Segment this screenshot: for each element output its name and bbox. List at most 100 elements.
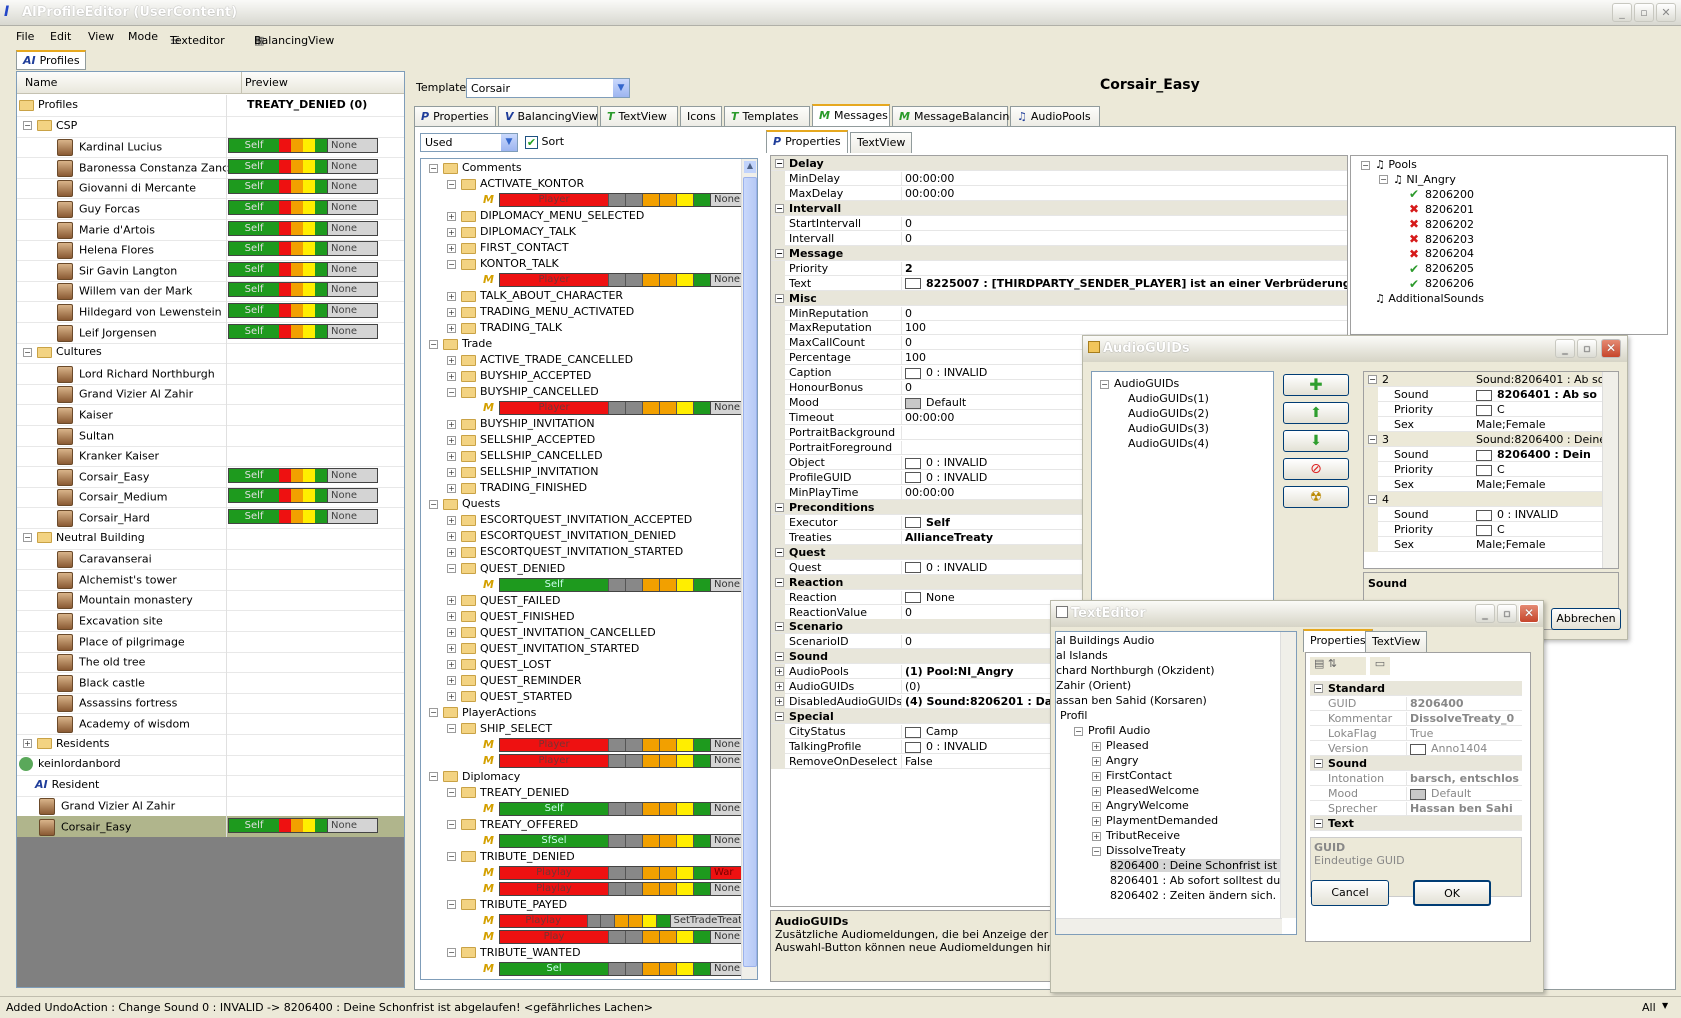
prop-row[interactable]: Text 8225007 : [THIRDPARTY_SENDER_PLAYER]…	[771, 275, 1347, 291]
message-node[interactable]: + SELLSHIP_INVITATION	[447, 465, 598, 478]
message-entry[interactable]: M Player None	[483, 273, 743, 288]
profile-item[interactable]: Sir Gavin Langton Self None	[17, 259, 404, 282]
expand-icon[interactable]: +	[447, 547, 456, 557]
message-entry[interactable]: M Player None	[483, 753, 743, 769]
prop-value[interactable]: (4) Sound:8206201 : Da	[901, 695, 1052, 710]
message-node[interactable]: − QUEST_DENIED	[447, 562, 565, 575]
prop-value[interactable]: 0 : INVALID	[901, 560, 987, 575]
expand-icon[interactable]: +	[775, 682, 784, 692]
expand-icon[interactable]: +	[1092, 771, 1101, 781]
message-node[interactable]: + DIPLOMACY_MENU_SELECTED	[447, 209, 644, 222]
profile-item[interactable]: keinlordanbord	[17, 754, 404, 777]
message-node[interactable]: + QUEST_INVITATION_STARTED	[447, 642, 639, 655]
prop-row[interactable]: StartIntervall 0	[771, 215, 1347, 231]
prop-value[interactable]: AllianceTreaty	[901, 530, 993, 545]
tree-group-cultures[interactable]: − Cultures	[17, 342, 404, 365]
filter-select[interactable]: Used ▼	[420, 133, 518, 152]
expand-icon[interactable]: +	[447, 291, 456, 301]
audioguids-root[interactable]: AudioGUIDs	[1114, 377, 1179, 390]
message-node[interactable]: + SELLSHIP_CANCELLED	[447, 449, 603, 462]
profile-item[interactable]: Grand Vizier Al Zahir	[17, 383, 404, 406]
message-entry[interactable]: M Self None	[483, 577, 743, 593]
expand-icon[interactable]: +	[775, 697, 784, 707]
prop-value[interactable]: 0 : INVALID	[901, 470, 987, 485]
expand-icon[interactable]: +	[1092, 816, 1101, 826]
message-node[interactable]: + FIRST_CONTACT	[447, 241, 569, 254]
tab-properties[interactable]: P Properties	[414, 106, 496, 127]
message-node[interactable]: + QUEST_FAILED	[447, 594, 561, 607]
profile-item[interactable]: Place of pilgrimage	[17, 630, 404, 653]
prop-row[interactable]: MinReputation 0	[771, 305, 1347, 321]
audio-group[interactable]: −2 Sound:8206401 : Ab sof	[1364, 372, 1608, 387]
audioguid-item[interactable]: AudioGUIDs(2)	[1128, 407, 1209, 420]
collapse-icon[interactable]: −	[447, 948, 456, 958]
te-row[interactable]: Version Anno1404	[1310, 741, 1522, 756]
template-select[interactable]: Corsair ▼	[466, 78, 630, 98]
expand-icon[interactable]: +	[1092, 831, 1101, 841]
expand-icon[interactable]: +	[447, 676, 456, 686]
prop-value[interactable]: 0	[901, 635, 912, 650]
message-node[interactable]: + TRADING_FINISHED	[447, 481, 587, 494]
message-node[interactable]: + ESCORTQUEST_INVITATION_DENIED	[447, 529, 676, 542]
expand-icon[interactable]: +	[447, 371, 456, 381]
message-node[interactable]: − TRIBUTE_DENIED	[447, 850, 575, 863]
profile-item[interactable]: Corsair_Medium Self None	[17, 486, 404, 509]
subtab-properties[interactable]: P Properties	[766, 130, 848, 153]
profile-item[interactable]: Sultan	[17, 424, 404, 447]
collapse-icon[interactable]: −	[775, 712, 784, 722]
message-entry[interactable]: M Play None	[483, 929, 743, 945]
audio-grid-scrollbar[interactable]	[1602, 372, 1618, 568]
te-row[interactable]: Intonation barsch, entschlos	[1310, 771, 1522, 786]
text-tree-hscroll[interactable]	[1056, 918, 1282, 934]
profile-item[interactable]: Black castle	[17, 671, 404, 694]
prop-value[interactable]: 0	[901, 381, 912, 396]
pool-node[interactable]: ✔ 8206206	[1409, 277, 1474, 290]
profile-item[interactable]: Assassins fortress	[17, 692, 404, 715]
collapse-icon[interactable]: −	[1361, 160, 1370, 170]
profile-item[interactable]: Academy of wisdom	[17, 713, 404, 735]
message-node[interactable]: − TRIBUTE_WANTED	[447, 946, 581, 959]
status-filter[interactable]: All	[1642, 1001, 1656, 1014]
message-node[interactable]: − BUYSHIP_CANCELLED	[447, 385, 599, 398]
te-tab-textview[interactable]: TextView	[1365, 631, 1428, 652]
collapse-icon[interactable]: −	[775, 293, 784, 303]
text-node[interactable]: + Angry	[1092, 754, 1139, 767]
expand-icon[interactable]: +	[447, 612, 456, 622]
expand-icon[interactable]: +	[447, 531, 456, 541]
delete-icon[interactable]: ⊘	[1283, 458, 1349, 480]
message-node[interactable]: + QUEST_STARTED	[447, 690, 572, 703]
text-node[interactable]: assan ben Sahid (Korsaren)	[1056, 694, 1207, 707]
tab-messages[interactable]: M Messages	[812, 104, 890, 127]
expand-icon[interactable]: +	[447, 323, 456, 333]
message-node[interactable]: + ESCORTQUEST_INVITATION_STARTED	[447, 545, 683, 558]
expand-icon[interactable]: +	[447, 483, 456, 493]
message-node[interactable]: + QUEST_INVITATION_CANCELLED	[447, 626, 656, 639]
tab-balancingview[interactable]: V BalancingView	[498, 106, 598, 127]
audio-group[interactable]: −3 Sound:8206400 : Deine	[1364, 432, 1606, 447]
collapse-icon[interactable]: −	[775, 577, 784, 587]
message-node[interactable]: + QUEST_FINISHED	[447, 610, 575, 623]
prop-value[interactable]	[901, 441, 905, 456]
profile-item[interactable]: The old tree	[17, 651, 404, 674]
profile-item[interactable]: Leif Jorgensen Self None	[17, 321, 404, 344]
te-tab-properties[interactable]: Properties	[1303, 629, 1373, 652]
menu-edit[interactable]: Edit	[50, 30, 71, 43]
expand-icon[interactable]: +	[1092, 801, 1101, 811]
tree-group-neutral[interactable]: − Neutral Building	[17, 527, 404, 550]
collapse-icon[interactable]: −	[775, 203, 784, 213]
cancel-button[interactable]: Cancel	[1311, 880, 1389, 906]
message-node[interactable]: + TRADING_TALK	[447, 321, 562, 334]
collapse-icon[interactable]: −	[23, 121, 32, 131]
audio-row[interactable]: Sex Male;Female	[1364, 417, 1604, 432]
profile-item[interactable]: Grand Vizier Al Zahir	[17, 795, 404, 818]
collapse-icon[interactable]: −	[429, 339, 438, 349]
maximize-button[interactable]: ▫	[1577, 339, 1597, 358]
close-button[interactable]: ✕	[1656, 3, 1676, 22]
prop-value[interactable]: 100	[901, 351, 926, 366]
text-node[interactable]: + Pleased	[1092, 739, 1149, 752]
add-icon[interactable]: ✚	[1283, 374, 1349, 396]
sort-icon[interactable]: ▤ ⇅	[1310, 657, 1366, 675]
text-node[interactable]: + TributReceive	[1092, 829, 1180, 842]
text-node[interactable]: + PleasedWelcome	[1092, 784, 1199, 797]
audio-row[interactable]: Sound 8206401 : Ab so	[1364, 387, 1604, 402]
